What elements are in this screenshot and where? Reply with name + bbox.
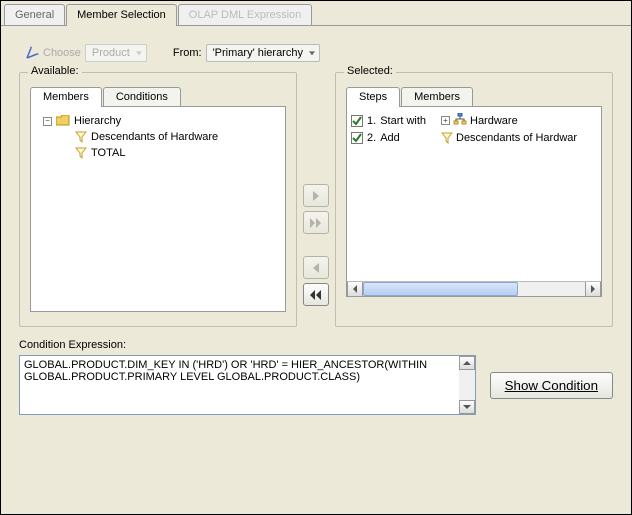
scroll-left-icon[interactable]	[347, 282, 363, 296]
tab-member-selection[interactable]: Member Selection	[66, 4, 177, 26]
tab-general[interactable]: General	[4, 4, 65, 25]
move-right-button[interactable]	[303, 184, 329, 207]
checkbox-icon[interactable]	[351, 132, 363, 144]
available-panel: Available: Members Conditions − Hierarch…	[19, 72, 297, 327]
funnel-icon	[75, 147, 87, 159]
checkbox-icon[interactable]	[351, 115, 363, 127]
list-item[interactable]: 2. Add Descendants of Hardwar	[349, 130, 599, 146]
transfer-buttons	[297, 72, 335, 327]
product-dropdown: Product	[85, 44, 147, 62]
show-condition-button[interactable]: Show Condition	[490, 372, 613, 399]
available-conditions-tab[interactable]: Conditions	[103, 87, 181, 106]
horizontal-scrollbar[interactable]	[347, 281, 601, 296]
condition-label: Condition Expression:	[19, 339, 613, 351]
tree-row[interactable]: TOTAL	[37, 145, 279, 161]
condition-textarea[interactable]	[20, 356, 459, 414]
selected-list[interactable]: 1. Start with + Hardware 2. Add	[346, 107, 602, 297]
list-item[interactable]: 1. Start with + Hardware	[349, 111, 599, 130]
axis-icon	[25, 46, 39, 60]
from-dropdown[interactable]: 'Primary' hierarchy	[206, 44, 320, 62]
funnel-icon	[441, 132, 453, 144]
funnel-icon	[75, 131, 87, 143]
tab-olap-dml[interactable]: OLAP DML Expression	[178, 4, 313, 25]
scroll-down-icon[interactable]	[459, 400, 475, 414]
selected-members-tab[interactable]: Members	[401, 87, 473, 106]
tree-row[interactable]: Descendants of Hardware	[37, 129, 279, 145]
selected-label: Selected:	[344, 65, 396, 77]
from-label: From:	[173, 47, 202, 59]
vertical-scrollbar[interactable]	[459, 356, 475, 414]
collapse-icon[interactable]: −	[43, 117, 52, 126]
hierarchy-icon	[453, 113, 467, 128]
folder-icon	[56, 115, 70, 127]
move-left-button[interactable]	[303, 256, 329, 279]
choose-label: Choose	[43, 47, 81, 59]
selected-panel: Selected: Steps Members 1. Start with + …	[335, 72, 613, 327]
available-tree[interactable]: − Hierarchy Descendants of Hardware TOTA…	[30, 107, 286, 312]
available-members-tab[interactable]: Members	[30, 87, 102, 107]
condition-section: Condition Expression: Show Condition	[1, 327, 631, 415]
expand-icon[interactable]: +	[441, 116, 450, 125]
available-label: Available:	[28, 65, 82, 77]
scroll-right-icon[interactable]	[585, 282, 601, 296]
move-all-right-button[interactable]	[303, 211, 329, 234]
top-tabs: General Member Selection OLAP DML Expres…	[1, 1, 631, 26]
tree-row[interactable]: − Hierarchy	[37, 113, 279, 129]
scroll-up-icon[interactable]	[459, 356, 475, 370]
move-all-left-button[interactable]	[303, 283, 329, 306]
toolbar: Choose Product From: 'Primary' hierarchy	[1, 26, 631, 72]
selected-steps-tab[interactable]: Steps	[346, 87, 400, 107]
